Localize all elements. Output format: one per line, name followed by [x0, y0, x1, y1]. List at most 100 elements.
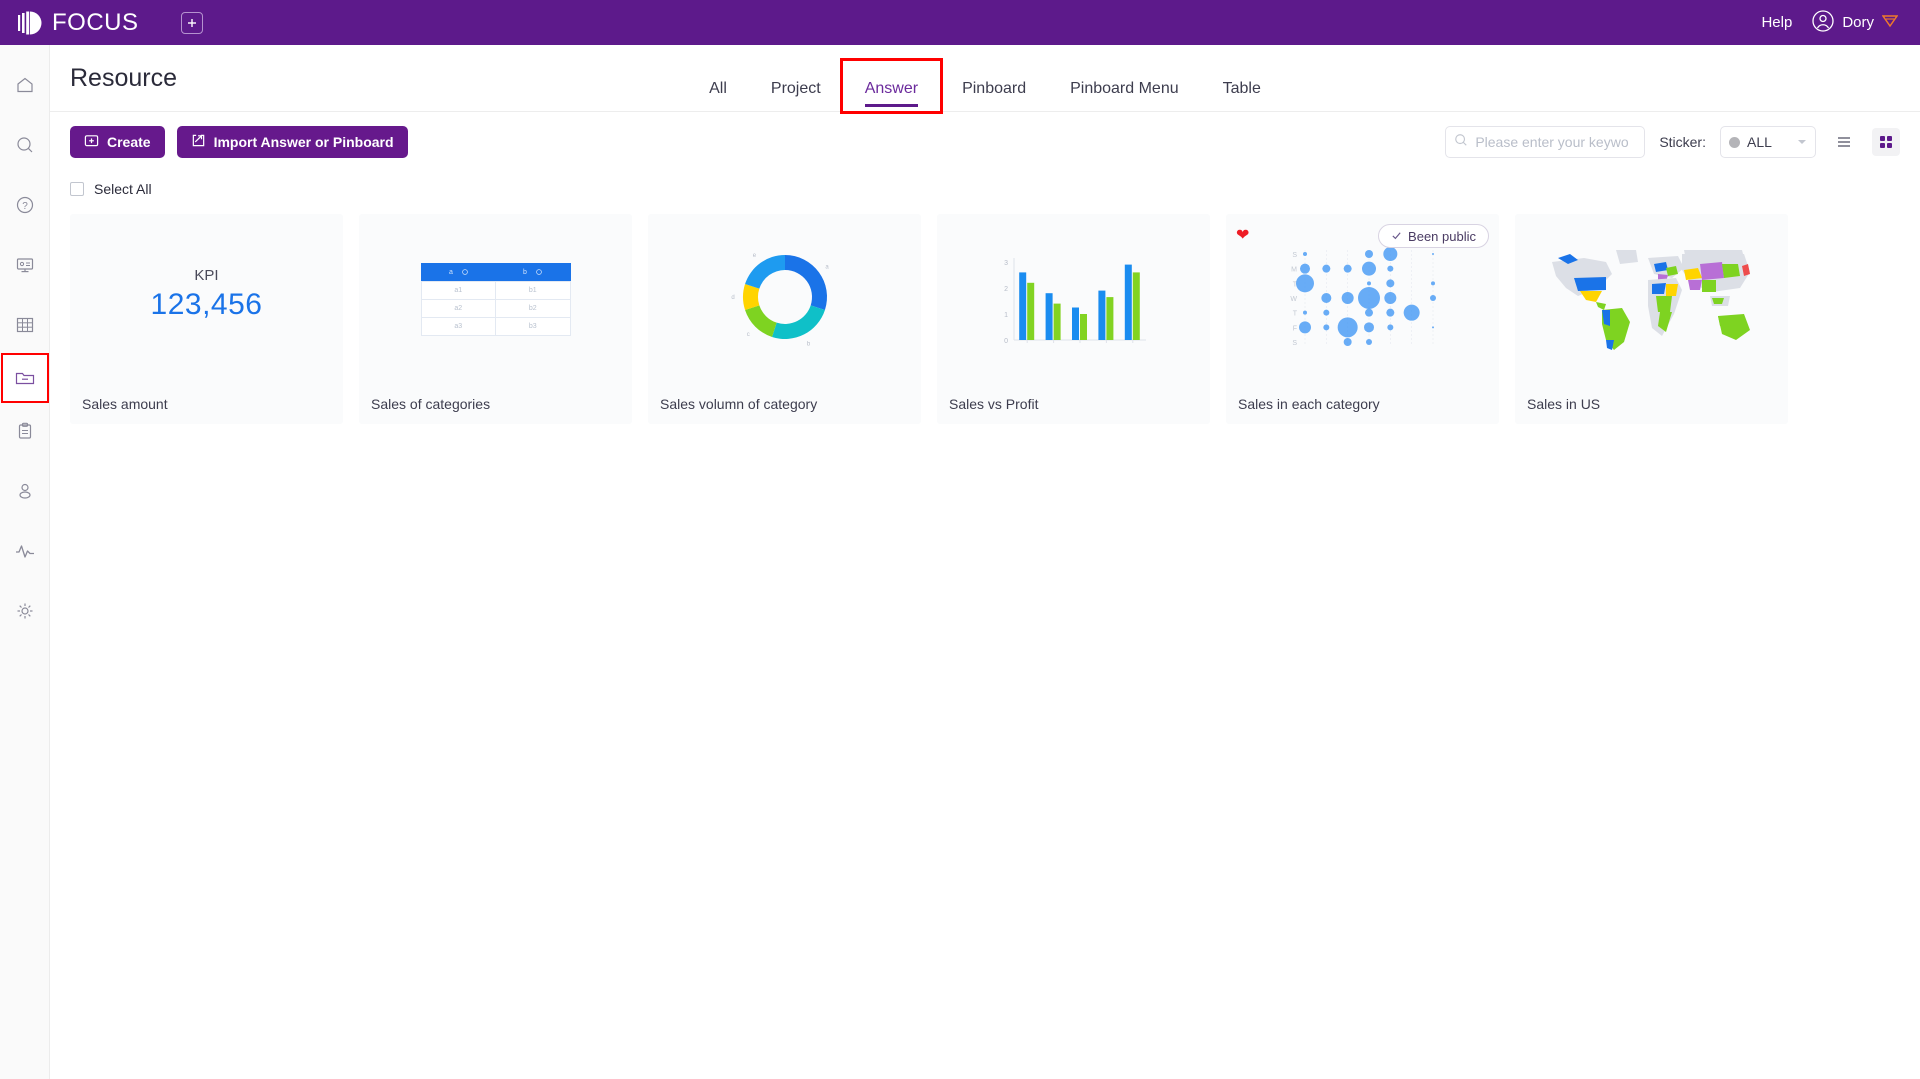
user-icon: [15, 481, 35, 501]
resource-card-table[interactable]: a b a1 b1 a2 b2 a3 b3 Sales of categorie…: [359, 214, 632, 424]
card-title: Sales vs Profit: [949, 396, 1039, 412]
import-answer-or-pinboard-button[interactable]: Import Answer or Pinboard: [176, 126, 408, 158]
table-cell: b1: [495, 280, 571, 300]
svg-text:e: e: [752, 253, 756, 259]
create-button-label: Create: [107, 134, 151, 150]
donut-chart: a b c d e: [731, 253, 829, 347]
search-input[interactable]: [1475, 134, 1637, 150]
resource-card-donut[interactable]: a b c d e Sales volumn of category: [648, 214, 921, 424]
sidebar-item-home[interactable]: [3, 55, 47, 115]
pulse-icon: [14, 541, 36, 561]
user-circle-icon: [1812, 9, 1834, 36]
sidebar-item-help[interactable]: ?: [3, 175, 47, 235]
search-box[interactable]: [1445, 126, 1646, 158]
brand-logo[interactable]: FOCUS: [16, 8, 139, 38]
mini-table-header-cell: b: [495, 263, 570, 281]
tab-table[interactable]: Table: [1201, 81, 1283, 111]
filter-icon: [462, 269, 468, 275]
sidebar-item-settings[interactable]: [3, 581, 47, 641]
toolbar-right: Sticker: ALL: [1445, 126, 1900, 158]
card-title: Sales in US: [1527, 396, 1601, 412]
card-title: Sales volumn of category: [660, 396, 818, 412]
status-badge[interactable]: Been public: [1378, 224, 1489, 248]
svg-text:0: 0: [1004, 338, 1008, 345]
focus-logo-icon: [16, 8, 46, 38]
table-cell: a1: [420, 280, 496, 300]
svg-text:c: c: [746, 332, 749, 338]
page-header: Resource All Project Answer Pinboard Pin…: [50, 45, 1920, 114]
sticker-select[interactable]: ALL: [1720, 126, 1816, 158]
svg-text:W: W: [1290, 296, 1297, 303]
table-cell: a2: [420, 298, 496, 318]
import-button-label: Import Answer or Pinboard: [213, 134, 394, 150]
table-cell: b3: [495, 316, 571, 336]
resource-card-map[interactable]: Sales in US: [1515, 214, 1788, 424]
svg-text:T: T: [1292, 310, 1297, 317]
user-menu[interactable]: Dory: [1812, 9, 1899, 36]
card-thumbnail: a b c d e: [648, 214, 921, 384]
main-content: Resource All Project Answer Pinboard Pin…: [50, 45, 1920, 1079]
tab-project-label: Project: [770, 80, 821, 97]
svg-text:3: 3: [1004, 260, 1008, 267]
create-button[interactable]: Create: [70, 126, 165, 158]
tab-pinboard[interactable]: Pinboard: [940, 81, 1048, 111]
svg-text:S: S: [1292, 252, 1297, 259]
sidebar-item-table[interactable]: [3, 295, 47, 355]
mini-table: a b a1 b1 a2 b2 a3 b3: [420, 262, 571, 336]
table-cell: b2: [495, 298, 571, 318]
heart-icon[interactable]: ❤: [1236, 228, 1249, 244]
select-all-checkbox[interactable]: [70, 182, 84, 196]
question-circle-icon: ?: [15, 195, 35, 215]
sidebar-item-user[interactable]: [3, 461, 47, 521]
svg-text:d: d: [731, 295, 734, 301]
presentation-icon: [15, 255, 35, 275]
table-row: a2 b2: [420, 298, 571, 318]
search-icon: [15, 135, 35, 155]
clipboard-icon: [15, 421, 35, 441]
svg-text:?: ?: [22, 201, 28, 212]
svg-text:S: S: [1292, 340, 1297, 347]
resource-card-bar[interactable]: 0 1 2 3 Sales vs Profit: [937, 214, 1210, 424]
kpi-value: 123,456: [150, 287, 263, 321]
sidebar-item-presentation[interactable]: [3, 235, 47, 295]
tab-all-label: All: [709, 80, 727, 97]
card-badge-row: ❤ Been public: [1236, 224, 1489, 248]
list-view-icon[interactable]: [1830, 128, 1858, 156]
search-icon: [1454, 133, 1468, 152]
kpi-label: KPI: [194, 266, 219, 284]
select-all-row: Select All: [50, 172, 1920, 206]
import-arrow-icon: [191, 133, 206, 151]
sidebar-item-resource[interactable]: [0, 353, 49, 403]
svg-text:b: b: [806, 341, 810, 347]
resource-card-kpi[interactable]: KPI 123,456 Sales amount: [70, 214, 343, 424]
tab-all[interactable]: All: [687, 81, 749, 111]
diamond-icon: [1881, 14, 1899, 32]
home-icon: [15, 75, 35, 95]
world-map: [1552, 250, 1750, 350]
svg-text:a: a: [825, 264, 829, 270]
sidebar-item-clipboard[interactable]: [3, 401, 47, 461]
card-grid: KPI 123,456 Sales amount a b a1 b1 a2 b2…: [50, 206, 1920, 424]
tab-pinboard-menu[interactable]: Pinboard Menu: [1048, 81, 1201, 111]
toolbar: Create Import Answer or Pinboard Sticker…: [50, 112, 1920, 172]
sticker-value: ALL: [1747, 134, 1772, 150]
tab-answer[interactable]: Answer: [839, 58, 944, 114]
grid-view-icon[interactable]: [1872, 128, 1900, 156]
table-row: a3 b3: [420, 316, 571, 336]
resource-card-bubble[interactable]: ❤ Been public SMTWTFS Sales in each cate…: [1226, 214, 1499, 424]
gear-icon: [15, 601, 35, 621]
folder-plus-icon: [84, 133, 99, 151]
card-thumbnail: a b a1 b1 a2 b2 a3 b3: [359, 214, 632, 384]
plus-square-icon[interactable]: [180, 11, 203, 34]
card-thumbnail: [1515, 214, 1788, 384]
help-link[interactable]: Help: [1761, 14, 1792, 31]
top-bar-right: Help Dory: [1761, 9, 1899, 36]
card-title: Sales of categories: [371, 396, 491, 412]
tab-project[interactable]: Project: [749, 81, 843, 111]
sidebar-item-search[interactable]: [3, 115, 47, 175]
card-thumbnail: 0 1 2 3: [937, 214, 1210, 384]
sidebar-item-monitor[interactable]: [3, 521, 47, 581]
bubble-chart: SMTWTFS: [1290, 246, 1436, 347]
svg-text:M: M: [1291, 266, 1297, 273]
sticker-label: Sticker:: [1659, 134, 1706, 150]
